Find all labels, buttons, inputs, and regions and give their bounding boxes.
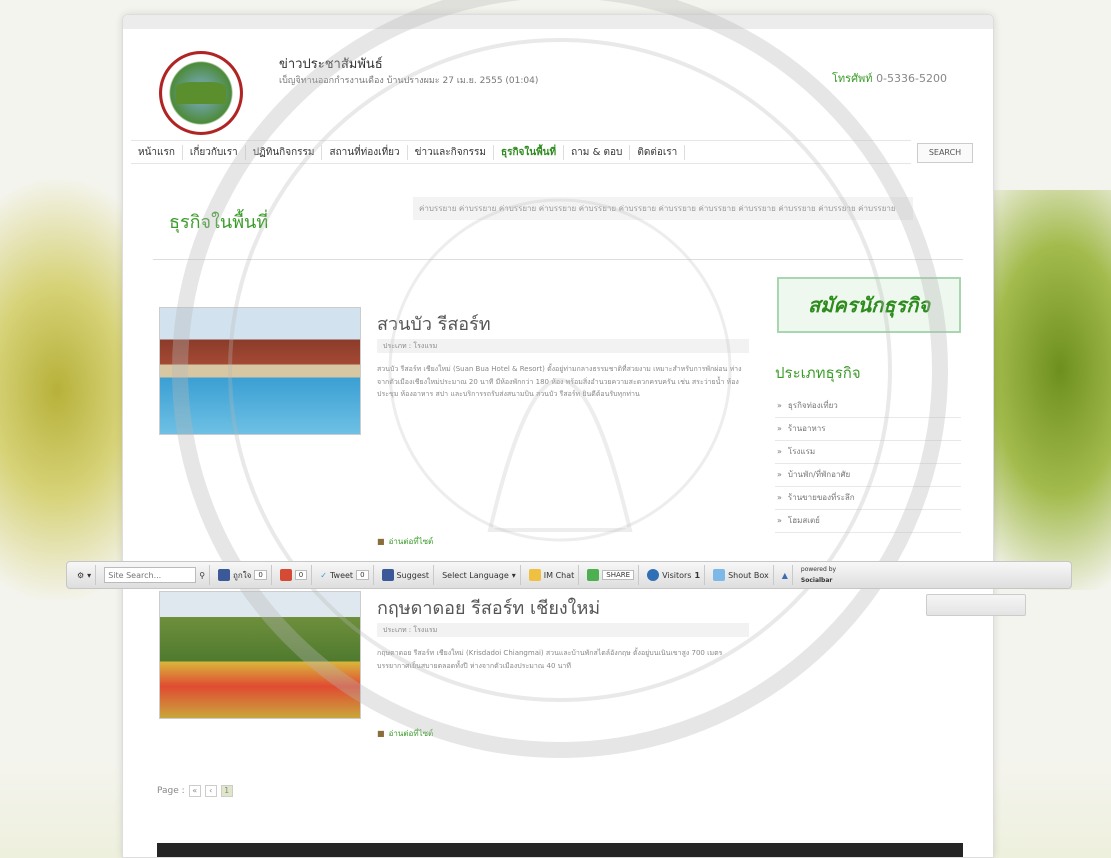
nav-item-attractions[interactable]: สถานที่ท่องเที่ยว xyxy=(322,144,408,160)
shoutbox-button[interactable]: Shout Box xyxy=(709,565,774,585)
chevron-down-icon: ▾ xyxy=(511,570,516,580)
phone-label: โทรศัพท์ xyxy=(832,72,873,85)
phone-number: 0-5336-5200 xyxy=(876,72,947,85)
search-icon[interactable]: ⚲ xyxy=(199,571,205,580)
social-toolbar: ⚙▾ ⚲ ถูกใจ0 0 ✓Tweet0 Suggest Select Lan… xyxy=(66,561,1072,589)
footer-bar xyxy=(157,843,963,857)
item-thumbnail[interactable] xyxy=(159,307,361,435)
category-heading: ประเภทธุรกิจ xyxy=(775,364,861,382)
search-button[interactable]: SEARCH xyxy=(917,143,973,163)
brand-name: Socialbar xyxy=(800,576,833,584)
plusone-icon xyxy=(279,569,292,581)
pager-current-page[interactable]: 1 xyxy=(220,785,233,797)
nav-item-faq[interactable]: ถาม & ตอบ xyxy=(564,144,631,160)
register-business-button[interactable]: สมัครนักธุรกิจ xyxy=(777,277,961,333)
pagination: Page : « ‹ 1 xyxy=(157,785,233,797)
item-description: สวนบัว รีสอร์ท เชียงใหม่ (Suan Bua Hotel… xyxy=(377,365,742,398)
site-search-input[interactable] xyxy=(104,567,197,583)
category-item[interactable]: โรงแรม xyxy=(775,441,961,464)
language-select[interactable]: Select Language ▾ xyxy=(438,565,521,585)
phone-info: โทรศัพท์ 0-5336-5200 xyxy=(832,69,947,87)
divider xyxy=(153,259,963,260)
chat-icon xyxy=(528,569,541,581)
facebook-icon xyxy=(381,569,394,581)
site-title: ข่าวประชาสัมพันธ์ xyxy=(279,57,383,72)
item-title[interactable]: กฤษดาดอย รีสอร์ท เชียงใหม่ xyxy=(377,593,600,622)
item-description: กฤษดาดอย รีสอร์ท เชียงใหม่ (Krisdadoi Ch… xyxy=(377,649,723,670)
suggest-button[interactable]: Suggest xyxy=(378,565,435,585)
share-label: SHARE xyxy=(602,570,635,580)
chevron-down-icon: ▾ xyxy=(87,570,92,580)
share-button[interactable]: SHARE xyxy=(583,565,640,585)
top-strip xyxy=(123,15,993,29)
item-type: ประเภท : โรงแรม xyxy=(377,339,749,353)
nav-item-contact[interactable]: ติดต่อเรา xyxy=(630,144,686,160)
shoutbox-icon xyxy=(713,569,726,581)
facebook-icon xyxy=(218,569,231,581)
settings-icon: ⚙ xyxy=(77,570,85,580)
page-title: ธุรกิจในพื้นที่ xyxy=(169,212,269,233)
plusone-count: 0 xyxy=(294,570,308,580)
imchat-label: IM Chat xyxy=(543,570,575,580)
google-plusone[interactable]: 0 xyxy=(276,565,313,585)
category-item[interactable]: ธุรกิจท่องเที่ยว xyxy=(775,395,961,418)
shoutbox-label: Shout Box xyxy=(728,570,769,580)
pager-prev-button[interactable]: ‹ xyxy=(204,785,217,797)
item-type: ประเภท : โรงแรม xyxy=(377,623,749,637)
list-item: กฤษดาดอย รีสอร์ท เชียงใหม่ ประเภท : โรงแ… xyxy=(159,591,759,751)
brand-powered-by: powered by xyxy=(800,565,837,573)
main-nav: หน้าแรก เกี่ยวกับเรา ปฏิทินกิจกรรม สถานท… xyxy=(131,140,911,164)
category-item[interactable]: ร้านขายของที่ระลึก xyxy=(775,487,961,510)
suggest-label: Suggest xyxy=(396,570,430,580)
list-item: สวนบัว รีสอร์ท ประเภท : โรงแรม สวนบัว รี… xyxy=(159,307,759,557)
globe-icon xyxy=(647,569,660,581)
socialbar-brand[interactable]: powered by Socialbar xyxy=(797,565,840,585)
read-more-link[interactable]: อ่านต่อที่ไซต์ xyxy=(377,535,434,548)
toolbar-menu[interactable]: ⚙ ▾ xyxy=(73,565,97,585)
visitors-count: 1 xyxy=(694,570,701,580)
toolbar-up-button[interactable]: ▲ xyxy=(778,565,793,585)
nav-item-news[interactable]: ข่าวและกิจกรรม xyxy=(408,144,494,160)
nav-item-business[interactable]: ธุรกิจในพื้นที่ xyxy=(494,144,565,160)
pager-label: Page : xyxy=(157,786,185,796)
nav-item-about[interactable]: เกี่ยวกับเรา xyxy=(183,144,246,160)
toolbar-search: ⚲ xyxy=(100,565,211,585)
like-label: ถูกใจ xyxy=(233,570,252,580)
site-subtitle: เบ็ญจิทานออกกำรงานเดือง บ้านปรางผมะ 27 เ… xyxy=(279,76,539,86)
visitors-button[interactable]: Visitors 1 xyxy=(643,565,706,585)
category-item[interactable]: ร้านอาหาร xyxy=(775,418,961,441)
language-label: Select Language xyxy=(442,570,509,580)
nav-item-home[interactable]: หน้าแรก xyxy=(131,144,183,160)
section-intro: ค่าบรรยาย ค่าบรรยาย ค่าบรรยาย ค่าบรรยาย … xyxy=(413,197,913,220)
arrow-up-icon: ▲ xyxy=(781,570,788,580)
pager-first-button[interactable]: « xyxy=(188,785,201,797)
like-count: 0 xyxy=(254,570,267,580)
logo-mountain-icon xyxy=(176,82,226,104)
tweet-button[interactable]: ✓ Tweet 0 xyxy=(316,565,374,585)
tweet-label: Tweet xyxy=(329,570,354,580)
nav-item-calendar[interactable]: ปฏิทินกิจกรรม xyxy=(246,144,323,160)
im-chat-button[interactable]: IM Chat xyxy=(525,565,580,585)
facebook-like[interactable]: ถูกใจ 0 xyxy=(214,565,272,585)
tweet-count: 0 xyxy=(356,570,369,580)
visitors-label: Visitors xyxy=(662,570,692,580)
site-logo[interactable] xyxy=(159,51,243,135)
category-item[interactable]: โฮมสเตย์ xyxy=(775,510,961,533)
category-list: ธุรกิจท่องเที่ยว ร้านอาหาร โรงแรม บ้านพั… xyxy=(775,395,961,533)
twitter-icon: ✓ xyxy=(320,570,327,580)
read-more-link[interactable]: อ่านต่อที่ไซต์ xyxy=(377,727,434,740)
toolbar-popup xyxy=(926,594,1026,616)
page-container: ข่าวประชาสัมพันธ์ เบ็ญจิทานออกกำรงานเดือ… xyxy=(122,14,994,858)
category-item[interactable]: บ้านพัก/ที่พักอาศัย xyxy=(775,464,961,487)
item-title[interactable]: สวนบัว รีสอร์ท xyxy=(377,309,491,338)
share-icon xyxy=(587,569,600,581)
item-thumbnail[interactable] xyxy=(159,591,361,719)
